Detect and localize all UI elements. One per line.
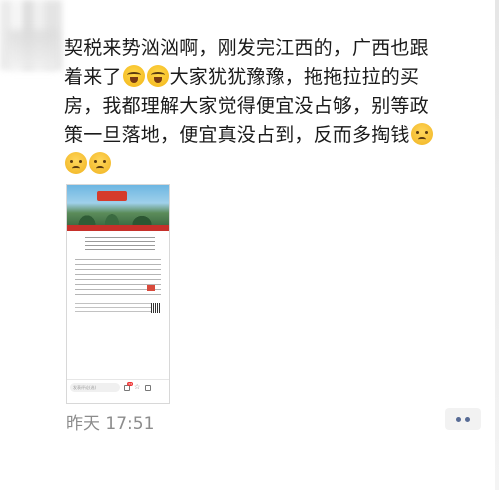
thumbnail-logo (97, 191, 127, 201)
post-line-2-b: 大家犹犹豫豫，拖拖拉拉的买 (169, 66, 420, 88)
thumbnail-comment-input: 发表评论(选) (70, 383, 120, 392)
crying-face-icon (146, 65, 169, 87)
worried-face-icon (65, 152, 87, 174)
post-line-3: 房，我都理解大家觉得便宜没占够，别等政 (64, 95, 429, 117)
worried-face-icon (410, 123, 433, 145)
post-line-4: 策一旦落地，便宜真没占到，反而多掏钱 (64, 121, 484, 150)
thumbnail-doc-body (75, 259, 161, 299)
crying-face-icon (122, 65, 145, 87)
thumbnail-doc-title (85, 237, 155, 251)
thumbnail-stamp (147, 285, 155, 291)
share-icon (145, 384, 151, 391)
avatar-blur (8, 30, 58, 70)
more-dot-icon (456, 416, 461, 422)
right-edge-shadow (495, 0, 499, 490)
comment-badge: 33 (127, 381, 133, 386)
post-text: 契税来势汹汹啊，刚发完江西的，广西也跟 着来了 大家犹犹豫豫，拖拖拉拉的买 房，我… (64, 34, 484, 179)
post-line-5 (64, 150, 484, 179)
post-timestamp: 昨天 17:51 (66, 414, 155, 434)
comment-icon: 33 (124, 381, 133, 391)
thumbnail-nav-bar (67, 225, 169, 231)
more-actions-button[interactable] (445, 408, 481, 430)
qr-code-icon (151, 303, 161, 313)
post-image-thumbnail[interactable]: 发表评论(选) 33 ☆ (66, 184, 170, 404)
post-line-2-a: 着来了 (64, 66, 122, 88)
thumbnail-toolbar: 发表评论(选) 33 ☆ (67, 379, 169, 395)
worried-face-icon (89, 152, 111, 174)
post-line-1: 契税来势汹汹啊，刚发完江西的，广西也跟 (64, 37, 429, 59)
more-dot-icon (465, 416, 470, 422)
thumbnail-banner (67, 185, 169, 225)
star-icon: ☆ (134, 383, 141, 391)
thumbnail-doc-footer (75, 303, 155, 313)
post-line-2: 着来了 大家犹犹豫豫，拖拖拉拉的买 (64, 63, 484, 92)
thumbnail-hills (67, 203, 169, 225)
